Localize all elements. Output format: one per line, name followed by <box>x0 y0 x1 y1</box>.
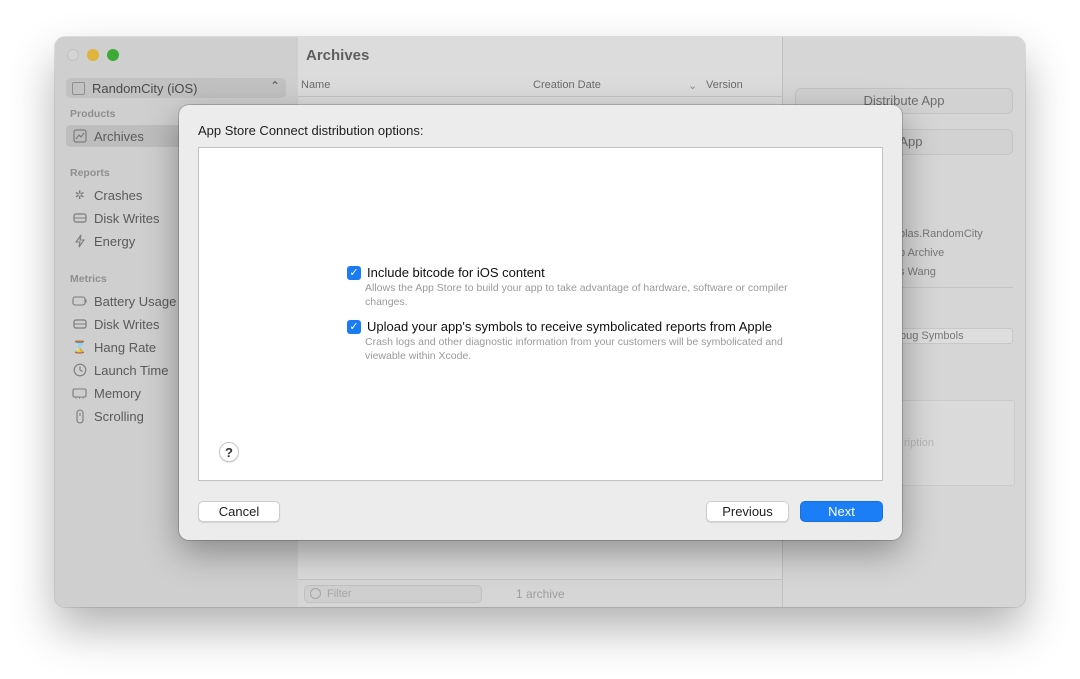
options-panel: ✓ Include bitcode for iOS content Allows… <box>198 147 883 481</box>
sort-chevron-icon: ⌄ <box>688 80 698 92</box>
disk-icon <box>72 317 87 332</box>
option-description: Crash logs and other diagnostic informat… <box>365 336 783 362</box>
close-button[interactable] <box>67 49 79 61</box>
section-reports: Reports <box>70 167 110 179</box>
scheme-selector[interactable]: RandomCity (iOS) ⌃ <box>66 78 286 98</box>
column-creation-date[interactable]: Creation Date <box>533 79 601 91</box>
sidebar-item-label: Crashes <box>94 187 143 203</box>
next-button[interactable]: Next <box>800 501 883 522</box>
bitcode-checkbox[interactable]: ✓ <box>347 266 361 280</box>
sidebar-item-label: Hang Rate <box>94 339 157 355</box>
battery-icon <box>72 294 87 309</box>
option-label[interactable]: Upload your app's symbols to receive sym… <box>367 319 772 334</box>
screen: RandomCity (iOS) ⌃ Products Archives Rep… <box>0 0 1080 679</box>
option-label[interactable]: Include bitcode for iOS content <box>367 265 545 280</box>
archive-count: 1 archive <box>516 587 565 601</box>
archives-footer: Filter 1 archive <box>298 579 782 607</box>
scheme-icon <box>72 81 85 95</box>
table-header: Name Creation Date ⌄ Version <box>298 74 782 97</box>
sidebar-item-label: Launch Time <box>94 362 169 378</box>
help-button[interactable]: ? <box>219 442 239 462</box>
distribution-options-sheet: App Store Connect distribution options: … <box>179 105 902 540</box>
minimize-button[interactable] <box>87 49 99 61</box>
scheme-label: RandomCity (iOS) <box>92 80 198 96</box>
bolt-icon <box>72 234 87 249</box>
sidebar-item-label: Energy <box>94 233 136 249</box>
window-controls <box>67 49 119 61</box>
sidebar-item-label: Disk Writes <box>94 210 160 226</box>
section-metrics: Metrics <box>70 273 107 285</box>
team-value: s Wang <box>899 266 936 278</box>
symbols-checkbox[interactable]: ✓ <box>347 320 361 334</box>
up-down-chevron-icon: ⌃ <box>269 79 280 93</box>
sidebar-item-label: Battery Usage <box>94 293 177 309</box>
archive-icon <box>72 129 87 144</box>
zoom-button[interactable] <box>107 49 119 61</box>
description-placeholder: ription <box>904 437 934 449</box>
sidebar-item-label: Scrolling <box>94 408 144 424</box>
crash-icon: ✲ <box>74 188 85 202</box>
sidebar-item-label: Disk Writes <box>94 316 160 332</box>
section-products: Products <box>70 108 116 120</box>
type-value: p Archive <box>899 247 945 259</box>
filter-placeholder: Filter <box>327 588 352 600</box>
cancel-button[interactable]: Cancel <box>198 501 280 522</box>
column-version[interactable]: Version <box>706 79 743 91</box>
scroll-icon <box>72 408 87 424</box>
clock-icon <box>72 363 87 378</box>
identifier-value: olas.RandomCity <box>899 228 983 240</box>
hourglass-icon: ⌛ <box>72 340 87 354</box>
previous-button[interactable]: Previous <box>706 501 789 522</box>
filter-icon <box>310 588 321 599</box>
filter-input[interactable]: Filter <box>304 585 482 603</box>
option-description: Allows the App Store to build your app t… <box>365 282 788 308</box>
memory-icon <box>72 386 87 401</box>
sidebar-item-label: Memory <box>94 385 141 401</box>
column-name[interactable]: Name <box>301 79 330 91</box>
sheet-title: App Store Connect distribution options: <box>198 123 424 138</box>
sidebar-item-label: Archives <box>94 128 144 144</box>
page-title: Archives <box>306 47 370 64</box>
disk-icon <box>72 211 87 226</box>
